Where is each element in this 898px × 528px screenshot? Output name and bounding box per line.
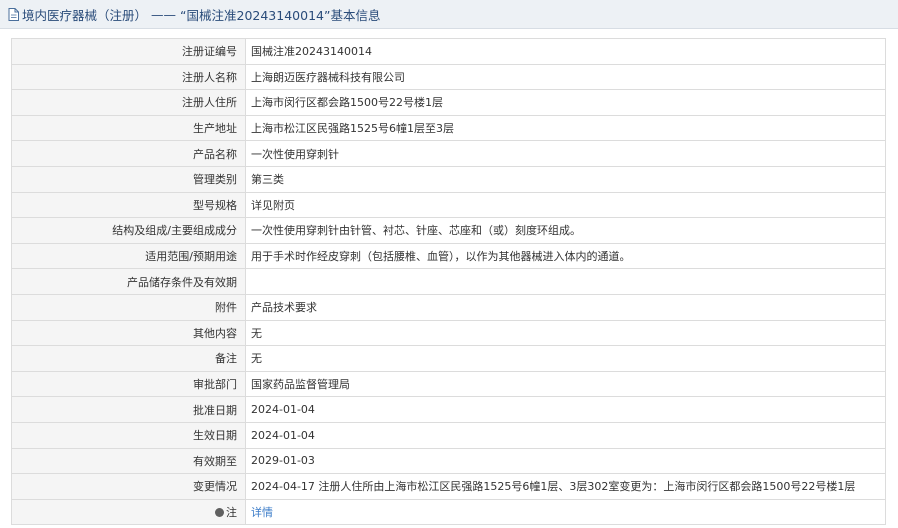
table-row: 附件 产品技术要求 [11,293,886,321]
row-value: 2029-01-03 [245,447,886,475]
table-row: 结构及组成/主要组成成分 一次性使用穿刺针由针管、衬芯、针座、芯座和（或）刻度环组… [11,217,886,244]
row-value: 上海朗迈医疗器械科技有限公司 [245,63,886,91]
note-label: 注 [226,505,237,519]
row-label: 产品名称 [11,140,246,167]
row-label: 产品储存条件及有效期 [11,268,246,295]
row-value: 国械注准20243140014 [245,38,886,65]
note-row: 注 详情 [11,498,886,526]
page-header: 境内医疗器械（注册） —— “国械注准20243140014”基本信息 [0,0,898,29]
row-value: 无 [245,345,886,372]
table-row: 生效日期 2024-01-04 [11,421,886,449]
row-label: 变更情况 [11,473,246,500]
row-label: 结构及组成/主要组成成分 [11,217,246,244]
row-label: 注册人住所 [11,89,246,116]
row-label: 批准日期 [11,396,246,423]
document-icon [8,7,19,21]
row-value: 2024-01-04 [245,421,886,449]
row-label: 其他内容 [11,319,246,347]
table-row: 产品储存条件及有效期 [11,268,886,295]
note-label-cell: 注 [11,498,246,526]
table-row: 产品名称 一次性使用穿刺针 [11,140,886,167]
row-value: 无 [245,319,886,347]
header-separator: —— [151,6,177,22]
row-value: 详见附页 [245,191,886,219]
row-value: 第三类 [245,165,886,193]
row-value: 2024-01-04 [245,396,886,423]
table-row: 生产地址 上海市松江区民强路1525号6幢1层至3层 [11,114,886,142]
row-value: 上海市松江区民强路1525号6幢1层至3层 [245,114,886,142]
table-row: 审批部门 国家药品监督管理局 [11,370,886,398]
row-label: 型号规格 [11,191,246,219]
row-label: 生效日期 [11,421,246,449]
row-label: 注册证编号 [11,38,246,65]
row-label: 管理类别 [11,165,246,193]
row-value: 一次性使用穿刺针 [245,140,886,167]
row-label: 审批部门 [11,370,246,398]
table-row: 注册人住所 上海市闵行区都会路1500号22号楼1层 [11,89,886,116]
table-row: 管理类别 第三类 [11,165,886,193]
table-row: 适用范围/预期用途 用于手术时作经皮穿刺（包括腰椎、血管），以作为其他器械进入体内… [11,242,886,270]
row-label: 适用范围/预期用途 [11,242,246,270]
row-label: 注册人名称 [11,63,246,91]
table-row: 其他内容无 [11,319,886,347]
table-row: 注册人名称 上海朗迈医疗器械科技有限公司 [11,63,886,91]
table-row: 注册证编号 国械注准20243140014 [11,38,886,65]
row-value: 上海市闵行区都会路1500号22号楼1层 [245,89,886,116]
table-row: 有效期至 2029-01-03 [11,447,886,475]
details-link[interactable]: 详情 [251,506,273,519]
header-title: “国械注准20243140014”基本信息 [180,7,381,23]
row-label: 附件 [11,293,246,321]
note-value-cell: 详情 [245,498,886,526]
header-category: 境内医疗器械（注册） [22,7,148,23]
table-row: 变更情况 2024-04-17 注册人住所由上海市松江区民强路1525号6幢1层、… [11,473,886,500]
info-dot-icon [215,507,224,517]
row-value: 用于手术时作经皮穿刺（包括腰椎、血管），以作为其他器械进入体内的通道。 [245,242,886,270]
table-row: 批准日期 2024-01-04 [11,396,886,423]
row-value: 一次性使用穿刺针由针管、衬芯、针座、芯座和（或）刻度环组成。 [245,217,886,244]
row-label: 有效期至 [11,447,246,475]
row-value: 国家药品监督管理局 [245,370,886,398]
row-value [245,268,886,295]
table-row: 型号规格 详见附页 [11,191,886,219]
row-label: 备注 [11,345,246,372]
row-label: 生产地址 [11,114,246,142]
row-value: 2024-04-17 注册人住所由上海市松江区民强路1525号6幢1层、3层30… [245,473,886,500]
table-row: 备注无 [11,345,886,372]
row-value: 产品技术要求 [245,293,886,321]
info-table: 注册证编号 国械注准20243140014 注册人名称 上海朗迈医疗器械科技有限公司… [11,38,886,526]
